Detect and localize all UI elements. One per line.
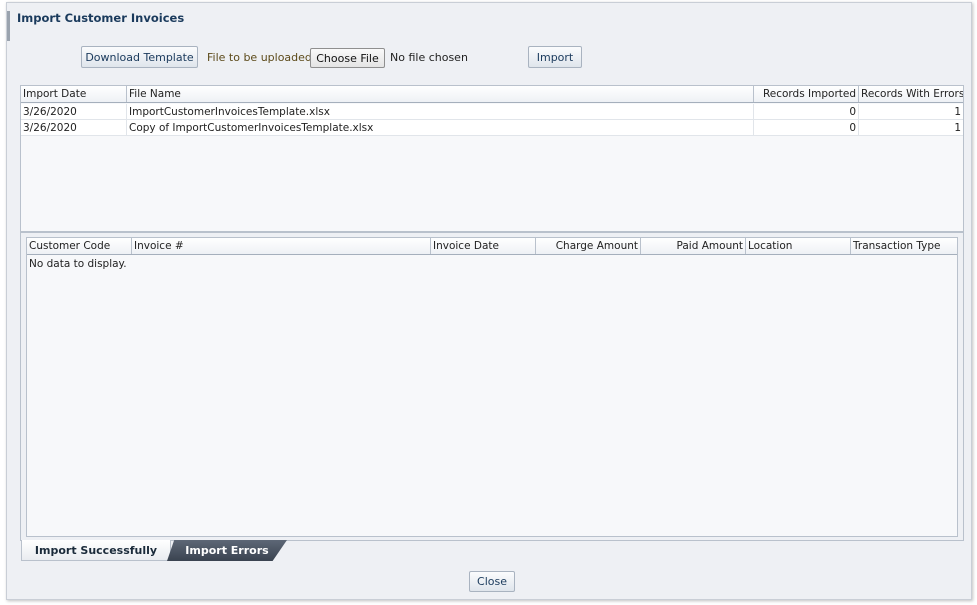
dialog-title: Import Customer Invoices bbox=[17, 11, 185, 25]
details-grid: Customer Code Invoice # Invoice Date Cha… bbox=[26, 237, 958, 537]
cell-import-date: 3/26/2020 bbox=[21, 120, 127, 136]
table-row[interactable]: 3/26/2020 Copy of ImportCustomerInvoices… bbox=[21, 120, 963, 136]
col-records-errors[interactable]: Records With Errors bbox=[859, 86, 963, 102]
close-button[interactable]: Close bbox=[469, 571, 515, 592]
table-row[interactable]: 3/26/2020 ImportCustomerInvoicesTemplate… bbox=[21, 104, 963, 120]
col-charge-amount[interactable]: Charge Amount bbox=[536, 238, 641, 254]
tab-import-errors[interactable]: Import Errors bbox=[167, 540, 287, 561]
col-transaction-type[interactable]: Transaction Type bbox=[851, 238, 957, 254]
col-invoice-date[interactable]: Invoice Date bbox=[431, 238, 536, 254]
col-records-imported[interactable]: Records Imported bbox=[754, 86, 859, 102]
tab-import-successfully[interactable]: Import Successfully bbox=[21, 540, 171, 561]
col-import-date[interactable]: Import Date bbox=[21, 86, 127, 102]
col-paid-amount[interactable]: Paid Amount bbox=[641, 238, 746, 254]
download-template-button[interactable]: Download Template bbox=[81, 46, 198, 68]
cell-file-name: ImportCustomerInvoicesTemplate.xlsx bbox=[127, 104, 754, 120]
dialog-accent bbox=[7, 11, 10, 41]
choose-file-button[interactable]: Choose File bbox=[310, 48, 385, 68]
no-file-chosen-text: No file chosen bbox=[390, 51, 468, 64]
details-panel: Customer Code Invoice # Invoice Date Cha… bbox=[20, 232, 964, 541]
cell-records-imported: 0 bbox=[754, 104, 859, 120]
import-button[interactable]: Import bbox=[528, 46, 582, 68]
bottom-tabs: Import Successfully Import Errors bbox=[21, 540, 962, 562]
col-file-name[interactable]: File Name bbox=[127, 86, 754, 102]
cell-import-date: 3/26/2020 bbox=[21, 104, 127, 120]
cell-records-imported: 0 bbox=[754, 120, 859, 136]
col-invoice-number[interactable]: Invoice # bbox=[132, 238, 431, 254]
file-upload-label: File to be uploaded bbox=[207, 51, 312, 64]
imports-grid: Import Date File Name Records Imported R… bbox=[20, 85, 964, 232]
col-customer-code[interactable]: Customer Code bbox=[27, 238, 132, 254]
col-location[interactable]: Location bbox=[746, 238, 851, 254]
cell-file-name: Copy of ImportCustomerInvoicesTemplate.x… bbox=[127, 120, 754, 136]
details-grid-header: Customer Code Invoice # Invoice Date Cha… bbox=[27, 238, 957, 255]
imports-grid-header: Import Date File Name Records Imported R… bbox=[21, 86, 963, 103]
cell-records-errors: 1 bbox=[954, 106, 961, 118]
cell-records-errors: 1 bbox=[954, 122, 961, 134]
empty-grid-message: No data to display. bbox=[29, 258, 127, 270]
import-dialog: Import Customer Invoices Download Templa… bbox=[6, 2, 972, 600]
